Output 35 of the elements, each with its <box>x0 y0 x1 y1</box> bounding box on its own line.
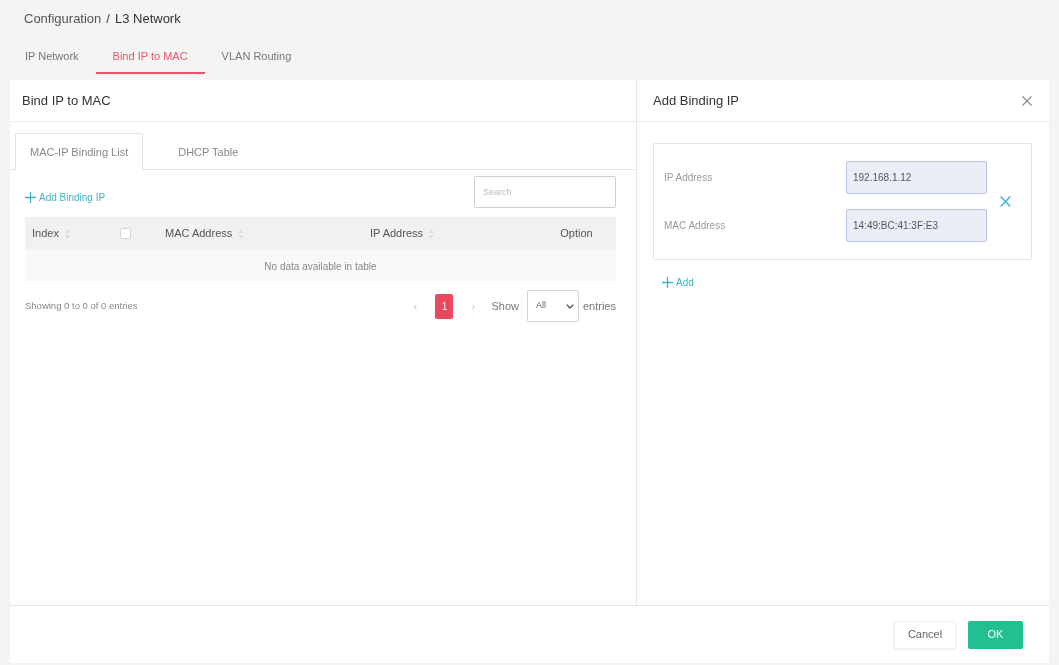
plus-icon <box>25 192 36 203</box>
tab[interactable]: VLAN Routing <box>204 40 309 74</box>
plus-icon <box>662 277 673 288</box>
page-button[interactable]: 1 <box>435 293 454 319</box>
search-field[interactable]: Search <box>474 176 616 208</box>
add-binding-link[interactable]: Add Binding IP <box>25 190 106 205</box>
column-header[interactable]: MAC Address <box>165 225 233 242</box>
tab[interactable]: Bind IP to MAC <box>95 40 205 74</box>
panel-title: Bind IP to MAC <box>22 91 111 110</box>
ok-button[interactable]: OK <box>968 620 1023 649</box>
show-label: Show <box>491 298 519 314</box>
tab[interactable]: DHCP Table <box>143 133 274 171</box>
cancel-button[interactable]: Cancel <box>894 620 956 649</box>
close-icon[interactable] <box>1022 95 1032 106</box>
breadcrumb-item: L3 Network <box>114 9 181 28</box>
column-header[interactable]: IP Address <box>370 225 423 242</box>
breadcrumb-item[interactable]: Configuration <box>24 8 102 29</box>
add-link[interactable]: Add <box>662 275 694 290</box>
entries-label: entries <box>582 298 616 314</box>
tab[interactable]: IP Network <box>8 40 96 74</box>
page-length-select[interactable]: All <box>526 290 579 322</box>
checkbox[interactable] <box>120 228 131 239</box>
field-label: MAC Address <box>664 219 727 233</box>
column-header: Option <box>560 226 593 242</box>
cross-icon[interactable] <box>1000 196 1011 207</box>
column-header[interactable]: Index <box>32 225 59 242</box>
panel-title: Add Binding IP <box>653 91 739 110</box>
chevron-down-icon <box>565 303 574 309</box>
breadcrumb-separator: / <box>106 9 110 28</box>
field-label: IP Address <box>664 171 714 185</box>
empty-table-message: No data available in table <box>264 260 377 274</box>
input-field[interactable]: 192.168.1.12 <box>846 161 987 194</box>
table-info: Showing 0 to 0 of 0 entries <box>25 298 138 313</box>
tab[interactable]: MAC-IP Binding List <box>15 133 144 171</box>
input-field[interactable]: 14:49:BC:41:3F:E3 <box>846 209 987 242</box>
